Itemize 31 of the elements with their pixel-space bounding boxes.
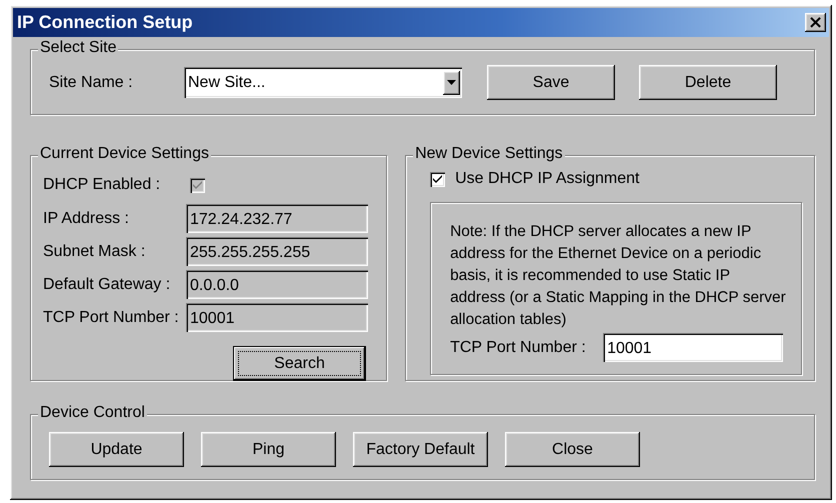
search-button[interactable]: Search xyxy=(233,346,366,381)
checkbox-label: DHCP Enabled : xyxy=(43,176,160,194)
button[interactable]: Close xyxy=(505,432,640,467)
text-field[interactable]: 0.0.0.0 xyxy=(186,270,368,299)
checkbox[interactable] xyxy=(430,172,446,186)
checkmark-icon xyxy=(193,181,202,189)
window-title: IP Connection Setup xyxy=(17,12,193,33)
field-label: Site Name : xyxy=(49,74,134,92)
field-label: Default Gateway : xyxy=(43,276,172,294)
note-text: Note: If the DHCP server allocates a new IP address for the Ethernet Device on a periodic basis, it is recommended to use Static IP address (or a Static Mapping in the DHCP server allocation tables) xyxy=(450,222,787,330)
caret-icon xyxy=(447,80,456,85)
group-title: Current Device Settings xyxy=(38,145,211,163)
dropdown-button[interactable] xyxy=(443,70,460,94)
field-label: TCP Port Number : xyxy=(450,338,587,356)
button[interactable]: Delete xyxy=(639,65,777,100)
text-field[interactable]: 10001 xyxy=(186,303,368,332)
site-dropdown[interactable]: New Site... xyxy=(184,67,462,98)
field-label: TCP Port Number : xyxy=(43,308,180,326)
close-button[interactable]: × xyxy=(805,13,826,32)
field-label: IP Address : xyxy=(43,210,130,228)
button[interactable]: Factory Default xyxy=(353,432,488,467)
field-label: Subnet Mask : xyxy=(43,242,146,260)
group-title: New Device Settings xyxy=(413,145,565,163)
text-field[interactable]: 172.24.232.77 xyxy=(186,204,368,233)
text-field[interactable]: 10001 xyxy=(603,333,784,362)
button[interactable]: Update xyxy=(49,432,184,467)
checkbox-label: Use DHCP IP Assignment xyxy=(455,170,640,188)
button[interactable]: Save xyxy=(487,65,615,100)
text-field[interactable]: 255.255.255.255 xyxy=(186,237,368,266)
checkmark-icon xyxy=(433,175,442,183)
button[interactable]: Ping xyxy=(201,432,336,467)
